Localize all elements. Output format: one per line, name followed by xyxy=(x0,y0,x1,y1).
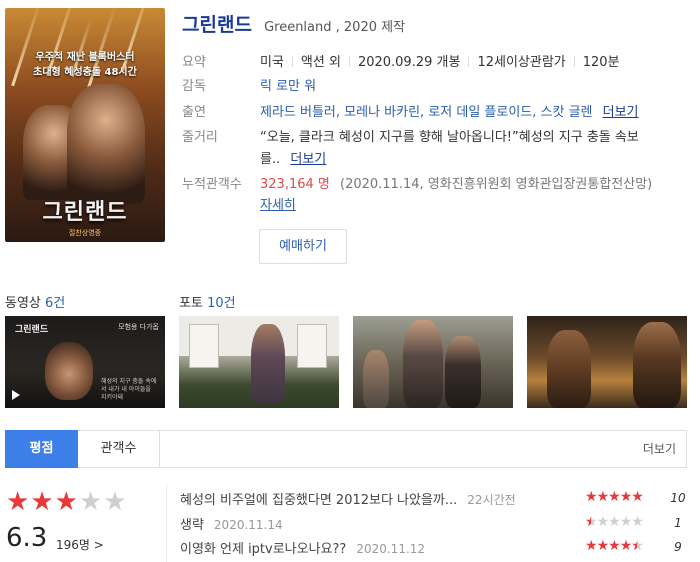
divider xyxy=(166,484,167,562)
poster-release: 절찬상영중 xyxy=(68,229,102,237)
photo-heading[interactable]: 포토 10건 xyxy=(179,292,236,311)
video-thumb-caption: 혜성의 지구 충돌 속에서 내가 내 아이들을 지키야돼 xyxy=(101,378,157,401)
voter-count-link[interactable]: 196명 > xyxy=(56,536,104,553)
star-icon: ★ xyxy=(103,487,128,517)
review-date: 2020.11.14 xyxy=(213,518,283,532)
tab-rating[interactable]: 평점 xyxy=(5,430,78,468)
summary-rating: 12세이상관람가 xyxy=(477,55,566,70)
photo-label: 포토 xyxy=(179,296,203,311)
audience-detail-link[interactable]: 자세히 xyxy=(260,194,296,213)
movie-poster[interactable]: 우주적 재난 블록버스터 초대형 혜성충돌 48시간 그린랜드 절찬상영중 xyxy=(5,8,165,242)
photo-thumbnail[interactable] xyxy=(527,316,687,408)
plot-line-1: “오늘, 클라크 혜성이 지구를 향해 날아옵니다!”혜성의 지구 충돌 속보 xyxy=(260,130,639,145)
summary-genre: 액션 외 xyxy=(300,55,341,70)
plot-label: 줄거리 xyxy=(182,130,218,145)
director-link[interactable]: 릭 로만 워 xyxy=(260,75,316,94)
movie-subtitle: Greenland , 2020 제작 xyxy=(264,20,406,35)
tabs-more-link[interactable]: 더보기 xyxy=(643,430,676,468)
photo-count: 10건 xyxy=(207,296,236,311)
cast-value: 제라드 버틀러, 모레나 바카린, 로저 데일 플로이드, 스캇 글렌 더보기 xyxy=(260,101,639,120)
video-thumbnail[interactable]: 그린랜드 모험용 다가옵 혜성의 지구 충돌 속에서 내가 내 아이들을 지키야… xyxy=(5,316,165,408)
overall-stars: ★★★★★ xyxy=(6,487,128,517)
review-tabs: 평점 관객수 더보기 xyxy=(5,430,687,468)
overall-score: 6.3 xyxy=(6,523,48,553)
tab-audience[interactable]: 관객수 xyxy=(78,430,160,468)
video-thumb-face xyxy=(45,342,93,400)
poster-figure xyxy=(67,84,145,204)
movie-title[interactable]: 그린랜드 xyxy=(182,14,252,36)
star-icon: ★ xyxy=(54,487,79,517)
review-date: 22시간전 xyxy=(467,493,516,507)
cast-more-link[interactable]: 더보기 xyxy=(603,105,639,120)
summary-label: 요약 xyxy=(182,55,206,70)
review-item: 혜성의 비주얼에 집중했다면 2012보다 나았을까... 22시간전 xyxy=(180,489,516,508)
star-icon: ★ xyxy=(30,487,55,517)
video-label: 동영상 xyxy=(5,296,41,311)
review-score: 1 xyxy=(674,516,682,530)
poster-logo: 그린랜드 xyxy=(42,200,128,225)
summary-runtime: 120분 xyxy=(582,55,620,70)
star-icon: ★ xyxy=(78,487,104,517)
photo-person xyxy=(251,324,285,404)
photo-person xyxy=(633,322,681,408)
plot-more-link[interactable]: 더보기 xyxy=(290,152,326,167)
star-icon: ★ xyxy=(6,487,31,517)
poster-tagline: 우주적 재난 블록버스터 xyxy=(35,52,135,63)
photo-thumbnail[interactable] xyxy=(353,316,513,408)
summary-value: 미국 액션 외 2020.09.29 개봉 12세이상관람가 120분 xyxy=(260,51,620,70)
review-item: 생략 2020.11.14 xyxy=(180,514,283,533)
poster-tagline-2: 초대형 혜성충돌 48시간 xyxy=(33,67,137,78)
photo-person xyxy=(403,320,443,408)
audience-count: 323,164 명 xyxy=(260,177,330,192)
review-text: 혜성의 비주얼에 집중했다면 2012보다 나았을까... xyxy=(180,493,458,508)
photo-person xyxy=(445,336,481,408)
review-text: 생략 xyxy=(180,518,204,533)
review-date: 2020.11.12 xyxy=(356,542,426,556)
video-heading[interactable]: 동영상 6건 xyxy=(5,292,65,311)
photo-person xyxy=(363,350,389,408)
audience-label: 누적관객수 xyxy=(182,177,242,192)
review-item: 이영화 언제 iptv로나오나요?? 2020.11.12 xyxy=(180,538,425,557)
audience-source: (2020.11.14, 영화진흥위원회 영화관입장권통합전산망) xyxy=(340,177,653,192)
review-stars: ★★★★★ xyxy=(585,538,644,554)
plot-line-2-text: 를.. xyxy=(260,152,281,167)
book-ticket-button[interactable]: 예매하기 xyxy=(259,229,347,264)
video-count: 6건 xyxy=(45,296,66,311)
cast-label: 출연 xyxy=(182,105,206,120)
play-icon xyxy=(12,390,20,400)
video-thumb-badge: 모험용 다가옵 xyxy=(118,323,159,331)
review-stars: ★★★★★ xyxy=(585,489,644,505)
photo-thumbnail[interactable] xyxy=(179,316,339,408)
plot-line-2: 를.. 더보기 xyxy=(260,148,326,167)
audience-value: 323,164 명 (2020.11.14, 영화진흥위원회 영화관입장권통합전… xyxy=(260,173,652,192)
director-label: 감독 xyxy=(182,79,206,94)
summary-country: 미국 xyxy=(260,55,284,70)
review-stars: ★★★★★ xyxy=(585,514,644,530)
title-row: 그린랜드 Greenland , 2020 제작 xyxy=(182,10,405,37)
photo-person xyxy=(547,330,591,408)
summary-release: 2020.09.29 개봉 xyxy=(357,55,461,70)
review-text: 이영화 언제 iptv로나오나요?? xyxy=(180,542,347,557)
video-thumb-logo: 그린랜드 xyxy=(15,325,49,335)
review-score: 10 xyxy=(670,491,686,505)
cast-list[interactable]: 제라드 버틀러, 모레나 바카린, 로저 데일 플로이드, 스캇 글렌 xyxy=(260,105,593,120)
review-score: 9 xyxy=(674,540,682,554)
